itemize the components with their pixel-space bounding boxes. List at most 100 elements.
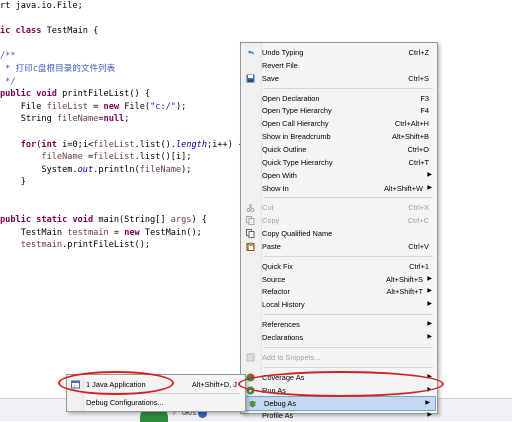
menu-item-open-call-hierarchy[interactable]: Open Call Hierarchy Ctrl+Alt+H	[241, 117, 437, 130]
menu-item-copy-qualified-name[interactable]: Copy Qualified Name	[241, 227, 437, 240]
menu-item-shortcut: Ctrl+Alt+H	[394, 119, 429, 129]
menu-item-quick-fix[interactable]: Quick Fix Ctrl+1	[241, 260, 437, 273]
menu-item-shortcut: Alt+Shift+W	[383, 183, 423, 193]
code-token: fileList	[93, 139, 135, 150]
menu-item-revert-file[interactable]: Revert File	[241, 59, 437, 72]
menu-item-label: Add to Snippets...	[262, 352, 321, 362]
menu-item-shortcut: Ctrl+V	[408, 241, 429, 251]
code-line: testmain.printFileList();	[0, 239, 243, 252]
menu-item-undo-typing[interactable]: Undo Typing Ctrl+Z	[241, 46, 437, 59]
code-text[interactable]: rt java.io.File; ic class TestMain {/** *…	[0, 0, 243, 264]
code-token: File	[0, 101, 47, 112]
submenu-item-shortcut: Alt+Shift+D, J	[191, 380, 237, 389]
annotation-ellipse-java-app	[58, 371, 174, 395]
menu-item-paste[interactable]: Paste Ctrl+V	[241, 240, 437, 253]
code-token: .println(	[93, 164, 140, 175]
menu-item-label: Refactor	[262, 287, 290, 297]
menu-item-open-declaration[interactable]: Open Declaration F3	[241, 92, 437, 105]
menu-item-label: Profile As	[262, 411, 294, 421]
code-token: =	[108, 227, 125, 238]
code-token: );	[181, 164, 192, 175]
menu-separator	[263, 314, 433, 316]
code-token: testmain	[20, 240, 63, 251]
save-icon	[246, 74, 255, 83]
menu-item-label: Local History	[262, 300, 305, 310]
code-line: String fileName=null;	[0, 113, 243, 126]
submenu-item-label: Debug Configurations...	[86, 398, 164, 407]
menu-item-label: Quick Outline	[262, 144, 307, 154]
editor-context-menu: Undo Typing Ctrl+Z Revert File Save Ctrl+S Op…	[240, 42, 438, 420]
menu-item-show-in-breadcrumb[interactable]: Show in Breadcrumb Alt+Shift+B	[241, 130, 437, 143]
menu-item-label: Quick Type Hierarchy	[262, 157, 333, 167]
menu-item-label: References	[262, 320, 300, 330]
code-token: fileName	[139, 164, 182, 175]
menu-item-label: Copy Qualified Name	[262, 229, 333, 239]
submenu-arrow-icon: ▶	[427, 334, 432, 340]
undo-icon	[246, 48, 255, 57]
code-token: fileList	[46, 101, 88, 112]
code-token: .printFileList();	[62, 240, 151, 251]
submenu-arrow-icon: ▶	[427, 275, 432, 282]
code-token: args	[170, 215, 192, 226]
menu-item-label: Undo Typing	[262, 48, 304, 57]
code-token: ;i++) {	[207, 139, 244, 150]
code-token: .list().	[134, 139, 176, 150]
code-line: System.out.println(fileName);	[0, 164, 243, 177]
cut-icon	[246, 203, 255, 213]
copy-qualified-icon	[246, 229, 255, 239]
code-token: =	[82, 152, 94, 163]
menu-item-label: Open Call Hierarchy	[262, 119, 329, 129]
code-token: fileName	[56, 114, 99, 125]
code-token: new	[124, 227, 145, 238]
menu-item-shortcut: F4	[420, 106, 429, 116]
menu-item-shortcut: Ctrl+C	[407, 216, 429, 226]
code-token: length	[175, 139, 208, 150]
menu-item-quick-type-hierarchy[interactable]: Quick Type Hierarchy Ctrl+T	[241, 156, 437, 169]
code-token: rt java.io.File;	[0, 1, 83, 11]
menu-item-open-with[interactable]: Open With ▶	[241, 169, 437, 182]
code-token: System.	[0, 164, 78, 175]
menu-item-refactor[interactable]: Refactor Alt+Shift+T ▶	[241, 285, 437, 298]
code-line: }	[0, 176, 243, 189]
code-token: null	[103, 114, 125, 125]
menu-item-local-history[interactable]: Local History ▶	[241, 298, 437, 311]
menu-item-label: Open Type Hierarchy	[262, 106, 332, 116]
menu-item-references[interactable]: References ▶	[241, 318, 437, 331]
code-token: /**	[0, 51, 16, 62]
menu-item-profile-as[interactable]: Profile As ▶	[241, 409, 437, 422]
menu-separator	[263, 87, 433, 89]
menu-item-declarations[interactable]: Declarations ▶	[241, 331, 437, 344]
menu-item-copy[interactable]: Copy Ctrl+C	[241, 214, 437, 227]
menu-separator	[263, 346, 433, 348]
code-token: static	[36, 215, 73, 226]
menu-item-shortcut: F3	[420, 93, 429, 103]
code-token: TestMain {	[46, 26, 99, 37]
menu-item-open-type-hierarchy[interactable]: Open Type Hierarchy F4	[241, 104, 437, 117]
code-token: String	[0, 114, 57, 125]
menu-item-show-in[interactable]: Show In Alt+Shift+W ▶	[241, 182, 437, 195]
menu-item-label: Show In	[262, 183, 289, 193]
submenu-item-debug-configurations[interactable]: Debug Configurations...	[67, 396, 245, 409]
submenu-arrow-icon: ▶	[427, 184, 432, 191]
menu-item-quick-outline[interactable]: Quick Outline Ctrl+O	[241, 143, 437, 156]
code-line: File fileList = new File("c:/");	[0, 101, 243, 114]
menu-item-save[interactable]: Save Ctrl+S	[241, 72, 437, 85]
menu-item-cut[interactable]: Cut Ctrl+X	[241, 201, 437, 214]
menu-item-shortcut: Ctrl+1	[409, 261, 429, 271]
menu-item-shortcut: Alt+Shift+B	[392, 132, 429, 142]
menu-item-shortcut: Ctrl+Z	[408, 48, 429, 57]
menu-item-source[interactable]: Source Alt+Shift+S ▶	[241, 273, 437, 286]
code-line: for(int i=0;i<fileList.list().length;i++…	[0, 139, 244, 152]
menu-item-label: Paste	[262, 241, 281, 251]
code-token: testmain	[67, 227, 109, 238]
menu-item-add-to-snippets[interactable]: Add to Snippets...	[241, 351, 437, 364]
code-token: fileName	[41, 152, 83, 163]
code-token: void	[72, 215, 99, 226]
code-line: /**	[0, 50, 243, 63]
code-line: * 打印c盘根目录的文件列表	[0, 63, 243, 76]
annotation-ellipse-debug-as	[238, 371, 444, 397]
